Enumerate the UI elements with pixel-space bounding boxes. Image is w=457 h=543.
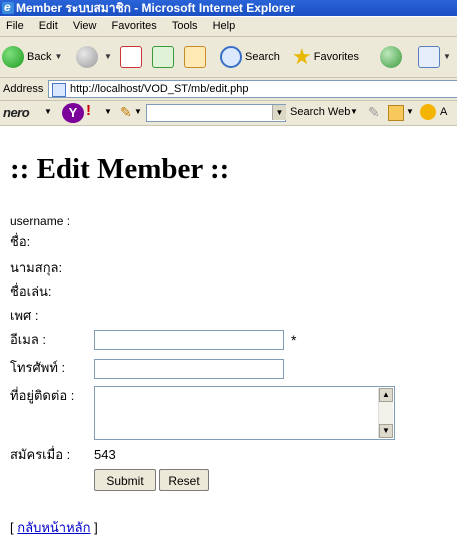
pencil-icon[interactable]: ✎ [120,104,132,121]
registered-label: สมัครเมื่อ : [10,447,71,462]
mail-bookmark-icon[interactable] [388,105,404,121]
nero-dropdown-icon[interactable]: ▼ [44,107,52,116]
bracket-open: [ [10,520,14,535]
address-textarea[interactable]: ▲ ▼ [94,386,395,440]
address-bar: Address http://localhost/VOD_ST/mb/edit.… [0,78,457,101]
email-field[interactable] [94,330,284,350]
mail-button[interactable]: ▼ [418,45,451,69]
phone-label: โทรศัพท์ : [10,360,66,375]
home-button[interactable] [184,45,206,69]
standard-toolbar: Back ▼ ▼ Search ★ Favorites ▼ [0,37,457,78]
nero-logo[interactable]: nero [3,105,30,120]
page-title: :: Edit Member :: [10,153,230,185]
nickname-label: ชื่อเล่น: [10,284,52,299]
forward-arrow-icon [76,46,98,68]
yahoo-dropdown-icon[interactable]: ▼ [104,107,112,116]
back-button[interactable]: Back ▼ [2,45,62,69]
search-web-dropdown-icon[interactable]: ▼ [350,107,358,116]
stop-button[interactable] [120,45,142,69]
search-button[interactable]: Search [220,45,280,69]
pencil-dropdown-icon[interactable]: ▼ [134,107,142,116]
required-mark: * [291,332,297,348]
username-label: username : [10,214,71,228]
back-arrow-icon [2,46,24,68]
favorites-star-icon: ★ [292,44,312,69]
address-url: http://localhost/VOD_ST/mb/edit.php [70,83,249,95]
home-icon [184,46,206,68]
reset-button[interactable]: Reset [159,469,209,491]
toolbar-search-dropdown[interactable]: ▼ [272,105,286,120]
yahoo-logo-icon[interactable]: Y [62,103,84,123]
mail-bookmark-dropdown-icon[interactable]: ▼ [406,107,414,116]
email-label: อีเมล : [10,332,47,347]
back-to-home-link[interactable]: กลับหน้าหลัก [17,520,90,535]
address-input[interactable]: http://localhost/VOD_ST/mb/edit.php [48,80,457,98]
menu-favorites[interactable]: Favorites [106,20,163,32]
phone-field[interactable] [94,359,284,379]
toolbar-search-input[interactable] [146,104,286,122]
menu-view[interactable]: View [67,20,103,32]
mail-dropdown-icon[interactable]: ▼ [443,45,451,69]
scroll-up-icon[interactable]: ▲ [379,388,393,402]
search-label: Search [245,51,280,63]
textarea-scrollbar[interactable]: ▲ ▼ [378,388,393,438]
favorites-button[interactable]: ★ Favorites [292,45,359,69]
name-label: ชื่อ: [10,234,31,249]
nero-toolbar: nero ▼ Y ! ▼ ✎ ▼ ▼ Search Web ▼ ✎ ▼ A [0,101,457,126]
media-icon [380,46,402,68]
gender-label: เพศ : [10,308,39,323]
registered-value: 543 [94,447,116,462]
media-button[interactable] [380,45,405,69]
menu-help[interactable]: Help [207,20,242,32]
submit-button[interactable]: Submit [94,469,156,491]
back-label: Back [27,51,52,63]
window-title: Member ระบบสมาชิก - Microsoft Internet E… [16,1,295,15]
search-web-button[interactable]: Search Web [290,106,350,118]
surname-label: นามสกุล: [10,260,63,275]
highlight-pen-icon[interactable]: ✎ [368,104,380,121]
menu-tools[interactable]: Tools [166,20,204,32]
stop-icon [120,46,142,68]
target-icon[interactable] [420,104,436,120]
back-link-container: [ กลับหน้าหลัก ] [10,517,98,538]
toolbar-overflow[interactable]: A [440,106,447,118]
yahoo-exclaim: ! [86,102,91,119]
ie-icon [2,0,14,15]
menu-bar: File Edit View Favorites Tools Help [0,17,457,37]
scroll-down-icon[interactable]: ▼ [379,424,393,438]
favorites-label: Favorites [313,51,359,63]
forward-dropdown-icon[interactable]: ▼ [104,45,112,69]
refresh-button[interactable] [152,45,174,69]
mail-icon [418,46,440,68]
refresh-icon [152,46,174,68]
forward-button[interactable]: ▼ [76,45,112,69]
window-title-bar[interactable]: Member ระบบสมาชิก - Microsoft Internet E… [0,0,457,16]
address-label-field: ที่อยู่ติดต่อ : [10,388,75,403]
bracket-close: ] [94,520,98,535]
menu-edit[interactable]: Edit [33,20,64,32]
search-icon [220,46,242,68]
address-label: Address [3,83,44,95]
page-icon [52,83,66,97]
menu-file[interactable]: File [0,20,30,32]
back-dropdown-icon[interactable]: ▼ [54,45,62,69]
